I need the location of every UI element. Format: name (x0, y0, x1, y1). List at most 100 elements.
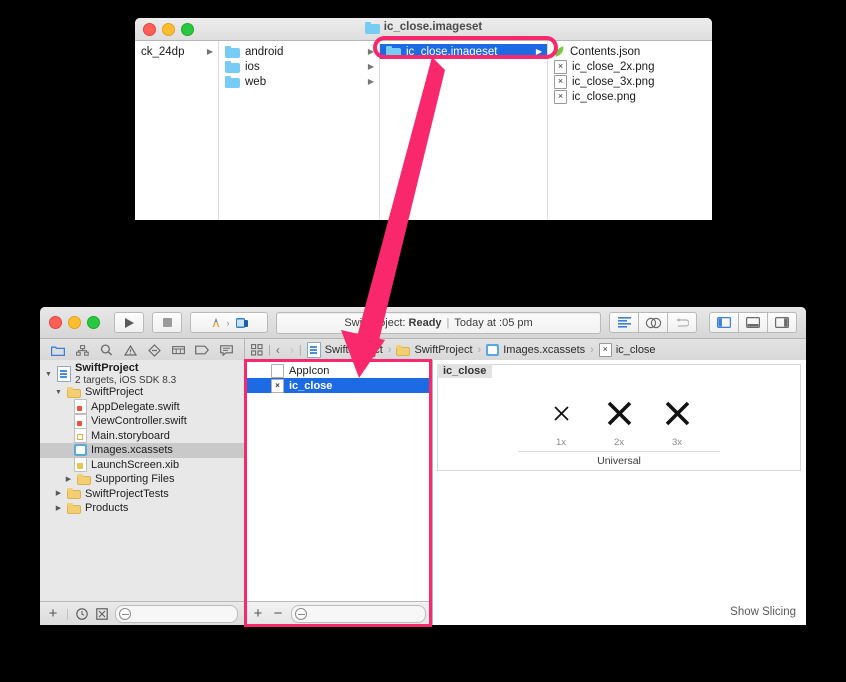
finder-row[interactable]: ios ▶ (219, 59, 379, 74)
finder-row[interactable]: × ic_close_3x.png (548, 74, 711, 89)
stop-button[interactable] (152, 312, 182, 333)
clock-icon[interactable] (75, 607, 89, 621)
close-x-icon (553, 391, 570, 435)
scale-label: 1x (555, 437, 567, 448)
source-control-filter-icon[interactable] (95, 607, 109, 621)
symbol-navigator-tab[interactable] (70, 339, 94, 361)
find-navigator-tab[interactable] (94, 339, 118, 361)
report-navigator-tab[interactable] (214, 339, 238, 361)
disclosure-triangle-open[interactable]: ▼ (54, 389, 63, 396)
finder-row[interactable]: × ic_close.png (548, 89, 711, 104)
finder-column-imageset[interactable]: ic_close.imageset ▶ (380, 41, 548, 220)
png-icon: × (554, 74, 567, 89)
scale-variant-1x[interactable]: 1x (532, 391, 590, 448)
finder-column-source[interactable]: ck_24dp ▶ (135, 41, 219, 220)
scheme-selector[interactable]: › (190, 312, 268, 333)
navigator-filter-field[interactable] (114, 604, 238, 623)
version-editor-button[interactable] (668, 312, 697, 333)
run-button[interactable] (114, 312, 144, 333)
finder-row-label: ic_close.png (572, 90, 636, 103)
show-slicing-button[interactable]: Show Slicing (730, 606, 796, 618)
scale-variant-2x[interactable]: 2x (590, 391, 648, 448)
project-navigator[interactable]: ▼ SwiftProject 2 targets, iOS SDK 8.3 ▼ … (40, 360, 245, 625)
disclosure-triangle-closed[interactable]: ▶ (54, 490, 63, 497)
standard-editor-button[interactable] (609, 312, 639, 333)
disclosure-triangle-closed[interactable]: ▶ (64, 476, 73, 483)
tree-row-file[interactable]: AppDelegate.swift (40, 399, 244, 415)
tree-row-group[interactable]: ▶ Supporting Files (40, 472, 244, 487)
add-asset-button[interactable]: + (251, 605, 265, 622)
folder-icon (386, 45, 401, 58)
minimize-button[interactable] (68, 316, 81, 329)
tree-row-file[interactable]: LaunchScreen.xib (40, 457, 244, 473)
toggle-utilities-button[interactable] (768, 312, 797, 333)
view-toggle-buttons[interactable] (709, 312, 797, 333)
breadcrumb-item-project[interactable]: SwiftProject (306, 342, 383, 358)
leaf-icon (554, 46, 565, 58)
finder-row[interactable]: × ic_close_2x.png (548, 59, 711, 74)
scale-variant-3x[interactable]: 3x (648, 391, 706, 448)
finder-column-platform[interactable]: android ▶ ios ▶ web ▶ (219, 41, 380, 220)
toggle-navigator-button[interactable] (709, 312, 739, 333)
version-editor-icon (676, 317, 689, 327)
finder-row[interactable]: ck_24dp ▶ (135, 44, 218, 59)
asset-editor: ic_close 1x 2x 3x Universal Show Slicing (433, 360, 806, 625)
tree-row-file[interactable]: Main.storyboard (40, 428, 244, 444)
test-navigator-tab[interactable] (142, 339, 166, 361)
breadcrumb-item-imageset[interactable]: × ic_close (598, 343, 656, 357)
tree-row-group[interactable]: ▼ SwiftProject (40, 385, 244, 400)
symbol-navigator-icon (75, 344, 89, 356)
xib-icon (74, 457, 87, 473)
breakpoint-navigator-tab[interactable] (190, 339, 214, 361)
plus-icon[interactable]: + (46, 605, 60, 622)
chevron-left-icon[interactable]: ‹ (276, 343, 280, 357)
jump-bar[interactable]: | ‹ › | SwiftProject › SwiftProject › Im… (245, 339, 806, 361)
related-items-icon[interactable] (251, 344, 263, 356)
tree-row-project[interactable]: ▼ SwiftProject 2 targets, iOS SDK 8.3 (40, 362, 244, 386)
toggle-navigator-icon (717, 317, 731, 328)
finder-row-selected[interactable]: ic_close.imageset ▶ (380, 44, 547, 59)
breadcrumb-item-xcassets[interactable]: Images.xcassets (486, 344, 585, 356)
navigator-tree[interactable]: ▼ SwiftProject 2 targets, iOS SDK 8.3 ▼ … (40, 360, 244, 516)
chevron-right-icon[interactable]: › (290, 343, 294, 357)
folder-icon (364, 21, 380, 34)
tree-row-file-selected[interactable]: Images.xcassets (40, 443, 244, 458)
navigator-tab-bar[interactable] (40, 339, 245, 361)
asset-filter-field[interactable] (291, 604, 426, 623)
breadcrumb-label: ic_close (615, 344, 656, 356)
project-navigator-tab[interactable] (46, 339, 70, 361)
finder-title: ic_close.imageset (135, 21, 712, 34)
asset-row-selected[interactable]: × ic_close (245, 378, 432, 393)
tree-row-group[interactable]: ▶ SwiftProjectTests (40, 487, 244, 502)
finder-row[interactable]: Contents.json (548, 44, 711, 59)
debug-navigator-icon (171, 346, 185, 355)
asset-catalog-list[interactable]: AppIcon × ic_close + − (245, 360, 433, 625)
finder-row[interactable]: web ▶ (219, 74, 379, 89)
finder-titlebar[interactable]: ic_close.imageset (135, 18, 712, 41)
close-button[interactable] (49, 316, 62, 329)
assistant-editor-button[interactable] (639, 312, 668, 333)
folder-icon (396, 344, 411, 356)
breadcrumb-item-group[interactable]: SwiftProject (396, 344, 473, 356)
editor-mode-buttons[interactable] (609, 312, 697, 333)
asset-list-bottom-bar[interactable]: + − (245, 601, 432, 625)
chevron-right-icon: ▶ (367, 76, 374, 86)
toggle-debug-area-button[interactable] (739, 312, 768, 333)
disclosure-triangle-closed[interactable]: ▶ (54, 505, 63, 512)
remove-asset-button[interactable]: − (271, 605, 285, 622)
tree-row-file[interactable]: ViewController.swift (40, 413, 244, 429)
asset-row[interactable]: AppIcon (245, 363, 432, 378)
issue-navigator-tab[interactable] (118, 339, 142, 361)
zoom-button[interactable] (87, 316, 100, 329)
tree-row-group[interactable]: ▶ Products (40, 501, 244, 516)
xcode-window-controls[interactable] (49, 316, 100, 329)
finder-column-contents[interactable]: Contents.json × ic_close_2x.png × ic_clo… (548, 41, 711, 220)
project-icon (306, 342, 321, 358)
navigator-bottom-bar[interactable]: + | (40, 601, 244, 625)
disclosure-triangle-open[interactable]: ▼ (44, 371, 53, 378)
finder-row[interactable]: android ▶ (219, 44, 379, 59)
folder-icon (67, 386, 81, 398)
debug-navigator-tab[interactable] (166, 339, 190, 361)
scale-label: 3x (671, 437, 683, 448)
tree-row-label: LaunchScreen.xib (91, 458, 180, 471)
